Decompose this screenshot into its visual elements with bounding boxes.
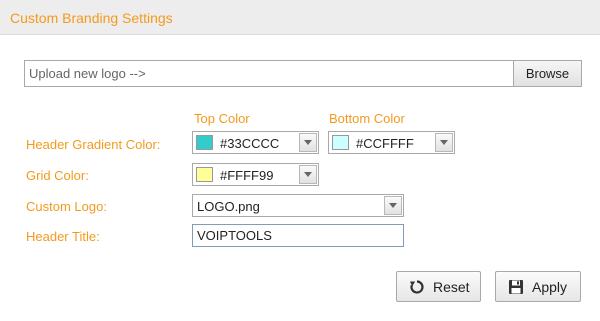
reset-button[interactable]: Reset bbox=[396, 271, 481, 302]
custom-logo-value: LOGO.png bbox=[197, 199, 260, 214]
browse-button[interactable]: Browse bbox=[513, 61, 581, 86]
custom-logo-select[interactable]: LOGO.png bbox=[192, 194, 404, 217]
bottom-color-select[interactable]: #CCFFFF bbox=[328, 131, 455, 154]
reset-icon bbox=[410, 280, 424, 294]
chevron-down-icon[interactable] bbox=[299, 133, 317, 152]
chevron-down-icon[interactable] bbox=[299, 165, 317, 184]
top-color-heading: Top Color bbox=[194, 111, 250, 126]
chevron-down-icon[interactable] bbox=[435, 133, 453, 152]
save-icon bbox=[509, 280, 523, 294]
panel-header: Custom Branding Settings bbox=[0, 0, 600, 35]
bottom-color-heading: Bottom Color bbox=[329, 111, 405, 126]
header-title-label: Header Title: bbox=[26, 229, 100, 244]
grid-color-select[interactable]: #FFFF99 bbox=[192, 163, 319, 186]
top-color-select[interactable]: #33CCCC bbox=[192, 131, 319, 154]
bottom-color-swatch bbox=[332, 135, 349, 150]
chevron-down-icon[interactable] bbox=[384, 196, 402, 215]
top-color-value: #33CCCC bbox=[220, 136, 280, 151]
upload-logo-input[interactable] bbox=[25, 61, 514, 86]
apply-label: Apply bbox=[532, 279, 568, 295]
panel-title: Custom Branding Settings bbox=[10, 10, 173, 26]
grid-color-swatch bbox=[196, 167, 213, 182]
upload-field: Browse bbox=[24, 60, 582, 87]
apply-button[interactable]: Apply bbox=[495, 271, 581, 302]
header-gradient-label: Header Gradient Color: bbox=[26, 137, 161, 152]
top-color-swatch bbox=[196, 135, 213, 150]
grid-color-label: Grid Color: bbox=[26, 168, 89, 183]
header-title-input[interactable] bbox=[192, 224, 404, 247]
custom-logo-label: Custom Logo: bbox=[26, 199, 107, 214]
reset-label: Reset bbox=[433, 279, 470, 295]
grid-color-value: #FFFF99 bbox=[220, 168, 274, 183]
bottom-color-value: #CCFFFF bbox=[356, 136, 414, 151]
